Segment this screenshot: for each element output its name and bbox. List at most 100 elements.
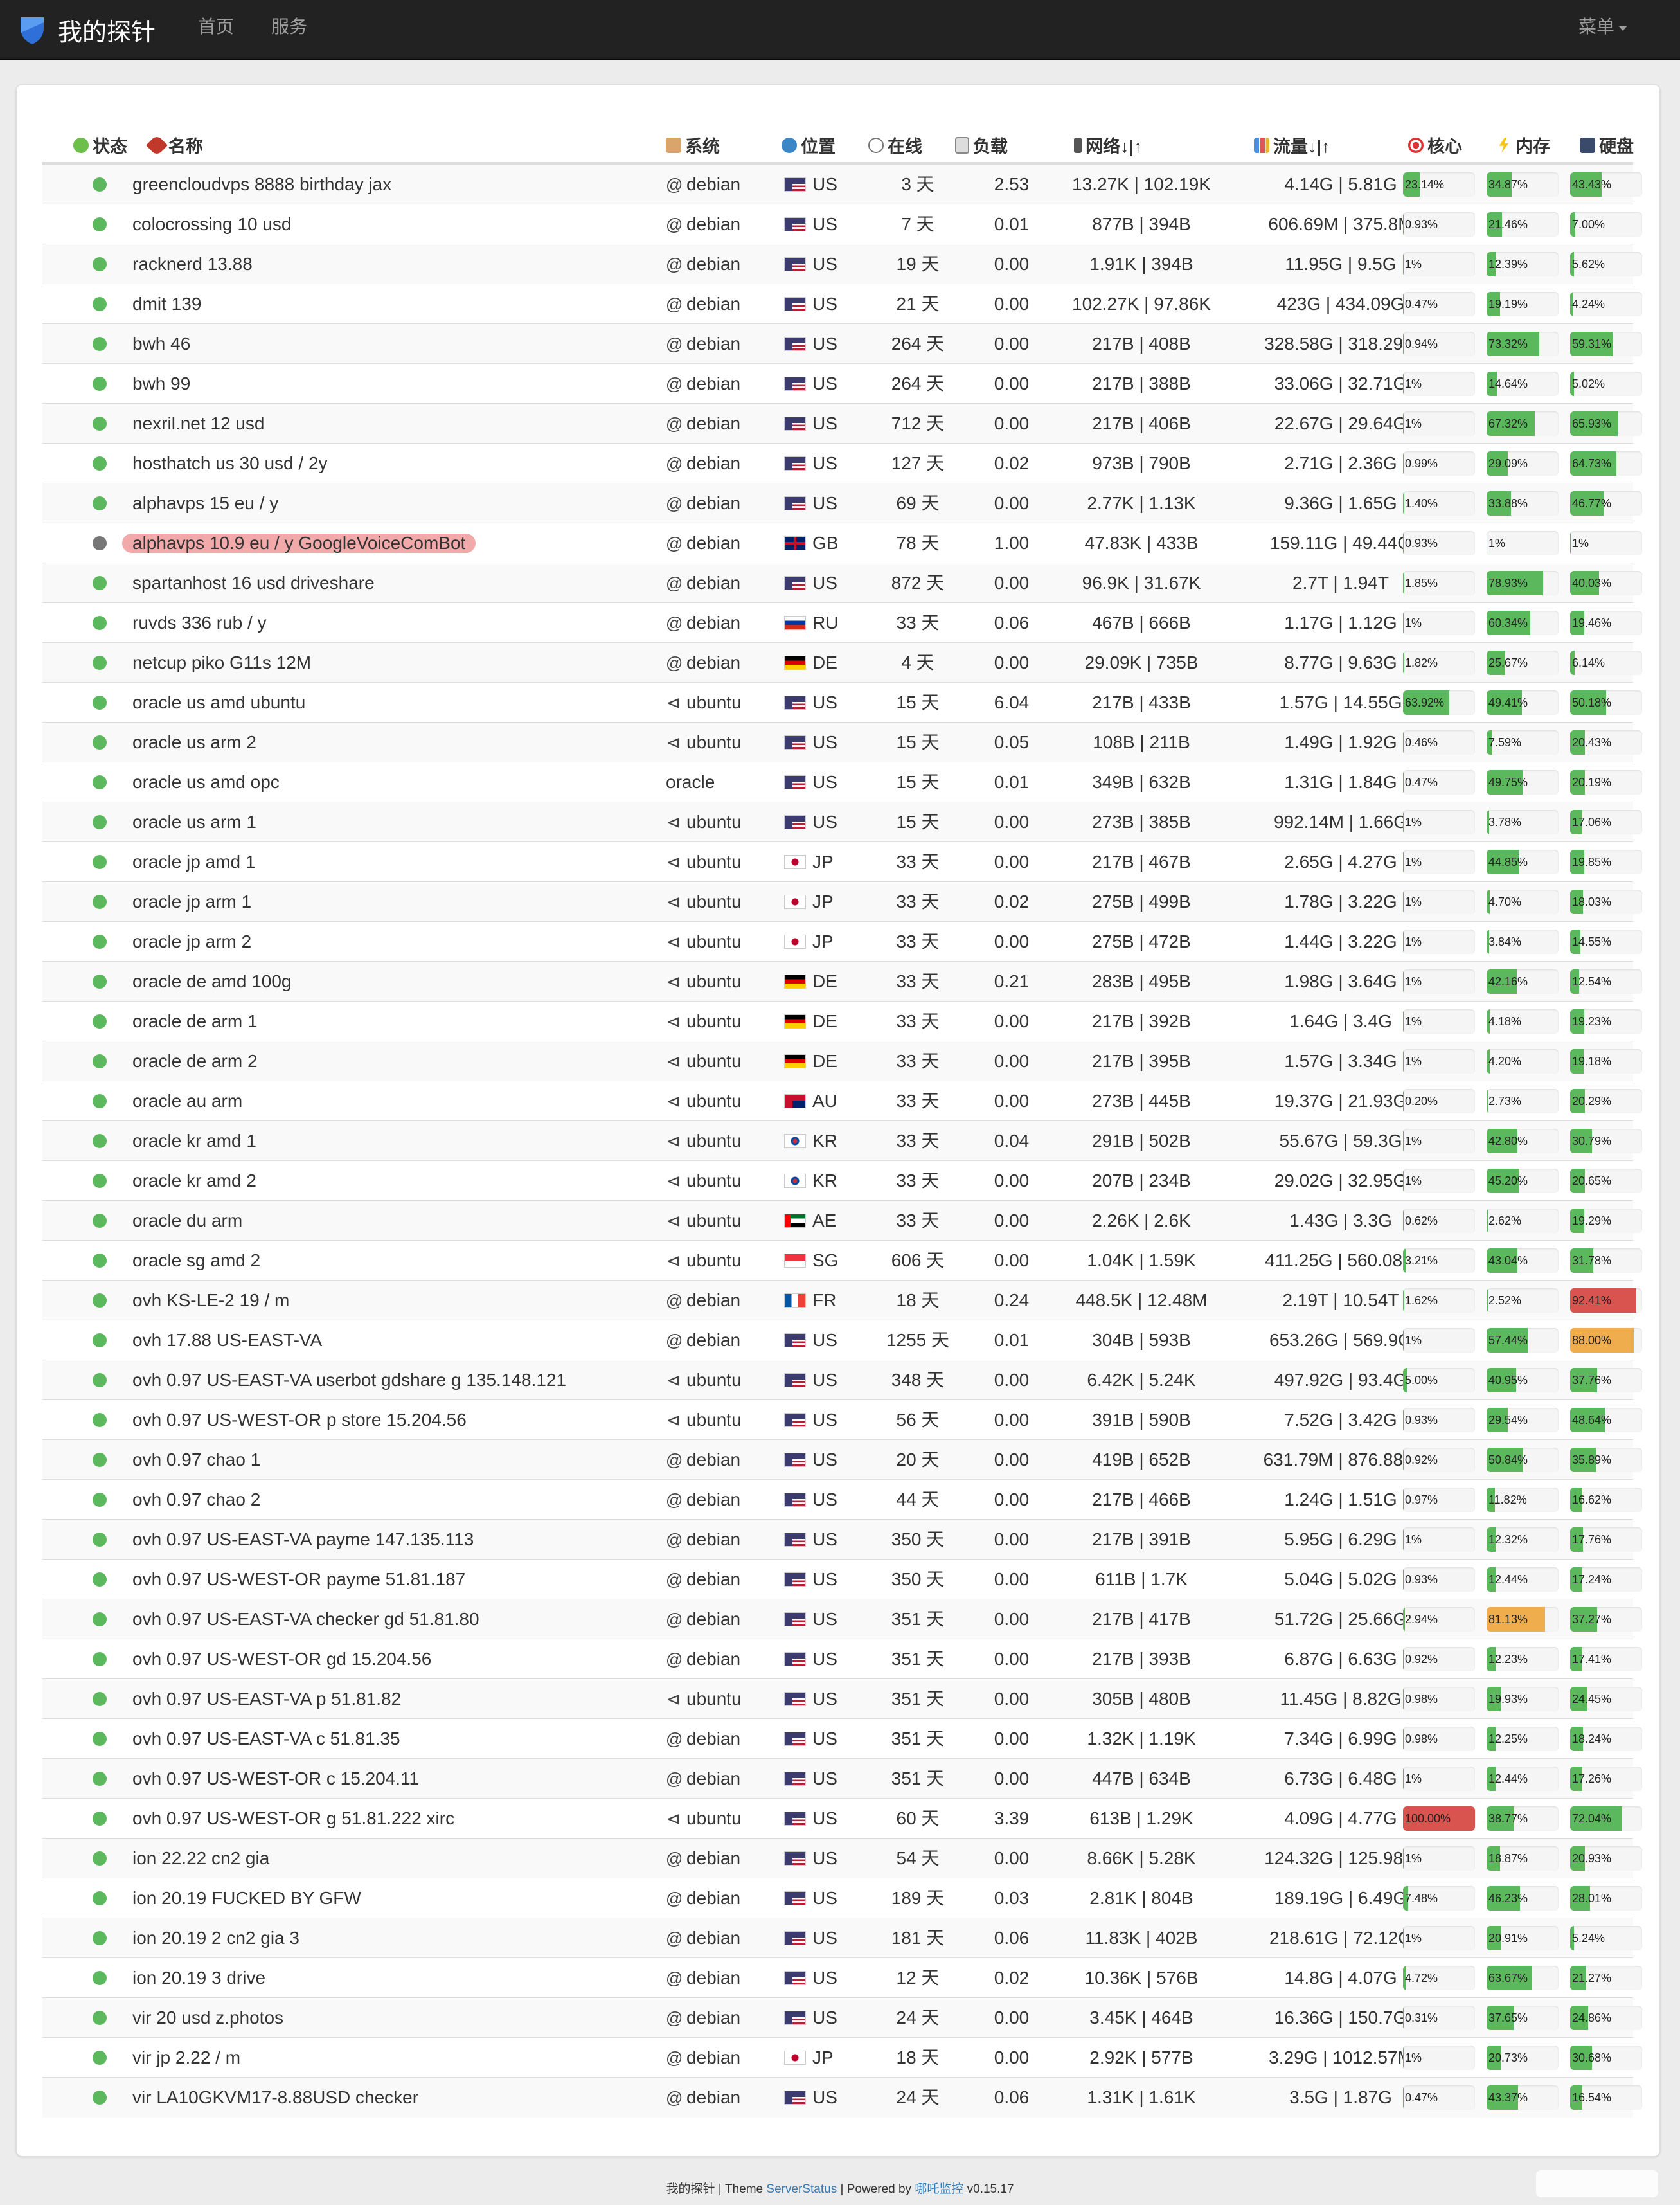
server-os: ⊲ ubuntu: [666, 802, 742, 842]
clipboard-icon: [955, 136, 969, 154]
menu-dropdown[interactable]: 菜单: [1578, 14, 1627, 40]
table-row[interactable]: racknerd 13.88 @ debian US 19 天 0.00 1.91K | 3…: [42, 244, 1642, 284]
table-row[interactable]: alphavps 10.9 eu / y GoogleVoiceComBot @ d…: [42, 523, 1642, 563]
header-memory[interactable]: 内存: [1496, 132, 1550, 158]
table-row[interactable]: ovh 0.97 US-EAST-VA userbot gdshare g 13…: [42, 1360, 1642, 1400]
table-row[interactable]: oracle us arm 1 ⊲ ubuntu US 15 天 0.00 273B | 3…: [42, 802, 1642, 842]
server-os: @ debian: [666, 2038, 740, 2078]
table-row[interactable]: ovh 0.97 US-WEST-OR p store 15.204.56 ⊲ ub…: [42, 1400, 1642, 1440]
cpu-progress-bar: 0.93%: [1403, 212, 1475, 237]
theme-link[interactable]: ServerStatus: [766, 2182, 837, 2196]
header-disk[interactable]: 硬盘: [1580, 132, 1634, 158]
brand[interactable]: 我的探针: [18, 12, 156, 48]
table-row[interactable]: oracle au arm ⊲ ubuntu AU 33 天 0.00 273B | 445…: [42, 1081, 1642, 1121]
disk-percent: 17.06%: [1572, 816, 1612, 829]
table-row[interactable]: oracle jp amd 1 ⊲ ubuntu JP 33 天 0.00 217B | 4…: [42, 842, 1642, 882]
disk-progress-bar: 21.27%: [1570, 1966, 1642, 1990]
table-row[interactable]: oracle du arm ⊲ ubuntu AE 33 天 0.00 2.26K | 2.…: [42, 1200, 1642, 1241]
os-label: ubuntu: [686, 1250, 742, 1270]
header-os[interactable]: 系统: [666, 132, 720, 158]
powered-link[interactable]: 哪吒监控: [915, 2182, 963, 2196]
table-row[interactable]: ruvds 336 rub / y @ debian RU 33 天 0.06 467B |…: [42, 602, 1642, 643]
mem-percent: 43.04%: [1488, 1254, 1528, 1267]
table-row[interactable]: vir jp 2.22 / m @ debian JP 18 天 0.00 2.92K | …: [42, 2037, 1642, 2078]
table-row[interactable]: ovh 0.97 US-WEST-OR g 51.81.222 xirc ⊲ ubu…: [42, 1798, 1642, 1839]
header-load[interactable]: 负载: [955, 132, 1008, 158]
table-row[interactable]: oracle us amd opc oracle US 15 天 0.01 349B | …: [42, 762, 1642, 802]
nav-services[interactable]: 服务: [271, 14, 307, 40]
cpu-progress-bar: 100.00%: [1403, 1806, 1475, 1831]
table-row[interactable]: oracle jp arm 2 ⊲ ubuntu JP 33 天 0.00 275B | 4…: [42, 921, 1642, 962]
disk-progress-bar: 59.31%: [1570, 332, 1642, 356]
server-name: ovh 0.97 chao 1: [132, 1450, 261, 1470]
mem-percent: 7.59%: [1488, 736, 1522, 749]
table-row[interactable]: ion 20.19 FUCKED BY GFW @ debian US 189 天 0.0…: [42, 1878, 1642, 1918]
header-status[interactable]: 状态: [73, 132, 127, 158]
server-uptime: 33 天: [896, 971, 940, 991]
table-row[interactable]: oracle de arm 2 ⊲ ubuntu DE 33 天 0.00 217B | 3…: [42, 1041, 1642, 1081]
location-code: US: [812, 174, 837, 194]
header-cpu[interactable]: 核心: [1408, 132, 1462, 158]
table-row[interactable]: ovh 0.97 US-WEST-OR gd 15.204.56 @ debian U…: [42, 1639, 1642, 1679]
nav-home[interactable]: 首页: [198, 14, 234, 40]
cpu-percent: 1%: [1405, 417, 1422, 430]
table-row[interactable]: oracle us amd ubuntu ⊲ ubuntu US 15 天 6.04 217…: [42, 682, 1642, 723]
header-uptime[interactable]: 在线: [868, 132, 922, 158]
table-row[interactable]: ovh KS-LE-2 19 / m @ debian FR 18 天 0.24 448.5…: [42, 1280, 1642, 1320]
menu-label: 菜单: [1578, 17, 1614, 37]
server-uptime: 33 天: [896, 613, 940, 633]
mem-progress-bar: 7.59%: [1487, 730, 1559, 755]
table-row[interactable]: ovh 0.97 US-EAST-VA payme 147.135.113 @ de…: [42, 1519, 1642, 1560]
cpu-percent: 0.93%: [1405, 537, 1438, 550]
table-row[interactable]: vir 20 usd z.photos @ debian US 24 天 0.00 3.45…: [42, 1997, 1642, 2038]
server-os: @ debian: [666, 1639, 740, 1679]
table-row[interactable]: ovh 0.97 US-EAST-VA p 51.81.82 ⊲ ubuntu US 3…: [42, 1679, 1642, 1719]
server-location: US: [784, 1878, 837, 1918]
table-row[interactable]: spartanhost 16 usd driveshare @ debian US 87…: [42, 562, 1642, 603]
disk-progress-bar: 43.43%: [1570, 172, 1642, 197]
table-row[interactable]: oracle jp arm 1 ⊲ ubuntu JP 33 天 0.02 275B | 4…: [42, 881, 1642, 922]
table-row[interactable]: ovh 0.97 chao 1 @ debian US 20 天 0.00 419B | 6…: [42, 1439, 1642, 1480]
table-row[interactable]: netcup piko G11s 12M @ debian DE 4 天 0.00 29.0…: [42, 642, 1642, 683]
header-name[interactable]: 名称: [146, 132, 203, 158]
table-row[interactable]: ovh 0.97 chao 2 @ debian US 44 天 0.00 217B | 4…: [42, 1479, 1642, 1520]
disk-percent: 46.77%: [1572, 497, 1612, 510]
table-row[interactable]: ion 20.19 2 cn2 gia 3 @ debian US 181 天 0.06 1…: [42, 1918, 1642, 1958]
server-uptime: 24 天: [896, 2008, 940, 2028]
table-row[interactable]: oracle sg amd 2 ⊲ ubuntu SG 606 天 0.00 1.04K |…: [42, 1240, 1642, 1281]
table-row[interactable]: oracle de arm 1 ⊲ ubuntu DE 33 天 0.00 217B | 3…: [42, 1001, 1642, 1041]
table-row[interactable]: ovh 0.97 US-EAST-VA c 51.81.35 @ debian US 3…: [42, 1718, 1642, 1759]
table-row[interactable]: oracle us arm 2 ⊲ ubuntu US 15 天 0.05 108B | 2…: [42, 722, 1642, 762]
table-row[interactable]: ion 22.22 cn2 gia @ debian US 54 天 0.00 8.66K …: [42, 1838, 1642, 1878]
table-row[interactable]: ion 20.19 3 drive @ debian US 12 天 0.02 10.36K…: [42, 1958, 1642, 1998]
header-traffic[interactable]: 流量↓|↑: [1254, 132, 1330, 158]
flag-us-icon: [784, 696, 806, 710]
server-os: @ debian: [666, 483, 740, 523]
table-row[interactable]: oracle kr amd 1 ⊲ ubuntu KR 33 天 0.04 291B | 5…: [42, 1120, 1642, 1161]
cpu-bar-fill: [1403, 252, 1404, 276]
header-location[interactable]: 位置: [782, 132, 836, 158]
table-row[interactable]: ovh 0.97 US-EAST-VA checker gd 51.81.80 @…: [42, 1599, 1642, 1639]
table-row[interactable]: ovh 0.97 US-WEST-OR payme 51.81.187 @ debi…: [42, 1559, 1642, 1599]
table-row[interactable]: alphavps 15 eu / y @ debian US 69 天 0.00 2.77K…: [42, 483, 1642, 523]
table-row[interactable]: oracle de amd 100g ⊲ ubuntu DE 33 天 0.21 283B …: [42, 961, 1642, 1002]
mem-progress-bar: 34.87%: [1487, 172, 1559, 197]
mem-progress-bar: 12.44%: [1487, 1567, 1559, 1592]
table-row[interactable]: hosthatch us 30 usd / 2y @ debian US 127 天 0.…: [42, 443, 1642, 483]
server-os: @ debian: [666, 284, 740, 324]
table-row[interactable]: ovh 0.97 US-WEST-OR c 15.204.11 @ debian US…: [42, 1758, 1642, 1799]
table-row[interactable]: bwh 46 @ debian US 264 天 0.00 217B | 408B 328.5…: [42, 323, 1642, 364]
table-row[interactable]: ovh 17.88 US-EAST-VA @ debian US 1255 天 0.01 3…: [42, 1320, 1642, 1360]
table-row[interactable]: colocrossing 10 usd @ debian US 7 天 0.01 877B …: [42, 204, 1642, 244]
mem-progress-bar: 57.44%: [1487, 1328, 1559, 1353]
location-code: US: [812, 1330, 837, 1350]
table-row[interactable]: bwh 99 @ debian US 264 天 0.00 217B | 388B 33.06…: [42, 363, 1642, 404]
table-row[interactable]: vir LA10GKVM17-8.88USD checker @ debian US 2…: [42, 2077, 1642, 2118]
location-code: JP: [812, 932, 834, 951]
cpu-percent: 0.94%: [1405, 338, 1438, 350]
table-row[interactable]: nexril.net 12 usd @ debian US 712 天 0.00 217B …: [42, 403, 1642, 444]
table-row[interactable]: greencloudvps 8888 birthday jax @ debian US…: [42, 164, 1642, 204]
header-network[interactable]: 网络↓|↑: [1074, 132, 1143, 158]
table-row[interactable]: oracle kr amd 2 ⊲ ubuntu KR 33 天 0.00 207B | 2…: [42, 1160, 1642, 1201]
table-row[interactable]: dmit 139 @ debian US 21 天 0.00 102.27K | 97.86…: [42, 284, 1642, 324]
